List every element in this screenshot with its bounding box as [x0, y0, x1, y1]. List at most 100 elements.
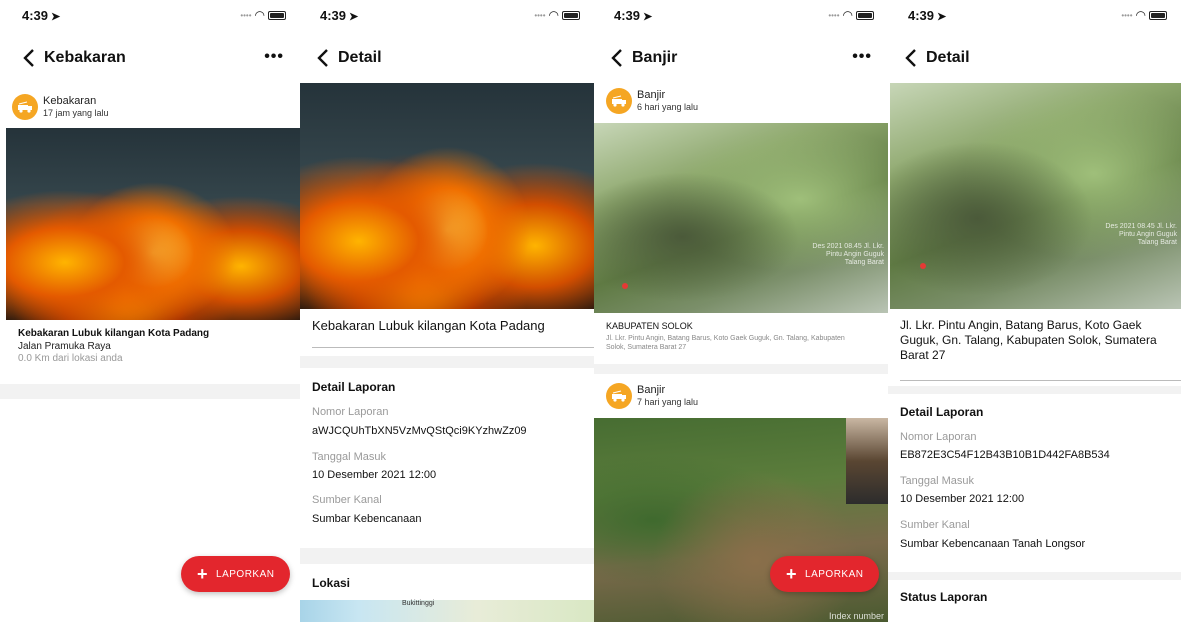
status-time: 4:39 ➤	[320, 8, 359, 23]
post-category: Banjir	[637, 384, 666, 396]
screen-banjir-list: 4:39 ➤ •••• ◠ Banjir ••• Banjir 6 hari ya…	[594, 0, 888, 622]
post-time-ago: 17 jam yang lalu	[43, 108, 109, 118]
post-street: Jalan Pramuka Raya	[18, 341, 111, 352]
divider	[594, 364, 888, 374]
more-icon[interactable]: •••	[264, 48, 284, 66]
laporkan-label: LAPORKAN	[805, 568, 864, 580]
post-time-ago: 6 hari yang lalu	[637, 102, 699, 112]
nomor-laporan-value: aWJCQUhTbXN5VzMvQStQci9KYzhwZz09	[312, 425, 527, 437]
post-title[interactable]: Kebakaran Lubuk kilangan Kota Padang	[18, 328, 209, 339]
divider	[300, 356, 594, 368]
status-bar: 4:39 ➤ •••• ◠	[300, 0, 594, 30]
laporkan-button[interactable]: + LAPORKAN	[181, 556, 291, 592]
screen-detail-kebakaran: 4:39 ➤ •••• ◠ Detail Kebakaran Lubuk kila…	[300, 0, 594, 622]
plus-icon: +	[786, 564, 798, 584]
post-image-fire[interactable]	[6, 128, 300, 320]
tanggal-masuk-value: 10 Desember 2021 12:00	[312, 469, 437, 481]
wifi-icon: ◠	[842, 8, 853, 22]
navbar: Kebakaran •••	[0, 40, 300, 76]
detail-title: Kebakaran Lubuk kilangan Kota Padang	[312, 318, 545, 333]
nav-title: Banjir	[632, 49, 678, 66]
location-arrow-icon: ➤	[349, 11, 359, 23]
status-icons: •••• ◠	[534, 8, 580, 22]
post-category: Kebakaran	[43, 95, 97, 107]
section-lokasi: Lokasi	[312, 576, 351, 590]
divider	[888, 386, 1181, 394]
tanggal-masuk-label: Tanggal Masuk	[312, 451, 386, 463]
detail-image-river[interactable]: Des 2021 08.45 Jl. Lkr. Pintu Angin Gugu…	[890, 83, 1181, 309]
navbar: Detail	[888, 40, 1181, 76]
battery-icon	[562, 10, 580, 20]
back-chevron-icon[interactable]	[18, 47, 40, 69]
laporkan-button[interactable]: + LAPORKAN	[770, 556, 880, 592]
navbar: Banjir •••	[594, 40, 888, 76]
location-arrow-icon: ➤	[643, 11, 653, 23]
post-address: Jl. Lkr. Pintu Angin, Batang Barus, Koto…	[606, 335, 845, 351]
post-distance: 0.0 Km dari lokasi anda	[18, 353, 123, 364]
fire-truck-icon	[606, 383, 632, 409]
back-chevron-icon[interactable]	[900, 47, 922, 69]
detail-address: Jl. Lkr. Pintu Angin, Batang Barus, Koto…	[900, 318, 1157, 362]
nomor-laporan-label: Nomor Laporan	[312, 406, 389, 418]
battery-icon	[1149, 10, 1167, 20]
back-chevron-icon[interactable]	[312, 47, 334, 69]
post-time-ago: 7 hari yang lalu	[637, 397, 699, 407]
sumber-kanal-value: Sumbar Kebencanaan	[312, 513, 422, 525]
divider-line	[312, 347, 594, 348]
divider	[888, 572, 1181, 580]
person-photo-inset	[846, 418, 888, 504]
divider	[300, 548, 594, 564]
section-status-laporan: Status Laporan	[900, 590, 988, 604]
detail-image-fire[interactable]	[300, 83, 594, 309]
status-time: 4:39 ➤	[22, 8, 61, 23]
divider	[0, 384, 300, 399]
nav-title: Kebakaran	[44, 49, 126, 66]
location-arrow-icon: ➤	[937, 11, 947, 23]
wifi-icon: ◠	[1135, 8, 1146, 22]
nav-title: Detail	[338, 49, 382, 66]
signal-icon: ••••	[828, 10, 840, 20]
status-time: 4:39 ➤	[908, 8, 947, 23]
signal-icon: ••••	[240, 10, 252, 20]
screen-kebakaran-list: 4:39 ➤ •••• ◠ Kebakaran ••• Kebakaran 17 …	[0, 0, 300, 622]
battery-icon	[268, 10, 286, 20]
status-bar: 4:39 ➤ •••• ◠	[0, 0, 300, 30]
map-label: Bukittinggi	[402, 600, 435, 607]
nomor-laporan-value: EB872E3C54F12B43B10B1D442FA8B534	[900, 449, 1110, 461]
navbar: Detail	[300, 40, 594, 76]
location-map[interactable]	[300, 600, 594, 622]
divider-line	[900, 380, 1181, 381]
plus-icon: +	[197, 564, 209, 584]
status-icons: •••• ◠	[240, 8, 286, 22]
back-chevron-icon[interactable]	[606, 47, 628, 69]
location-pin-icon	[920, 263, 926, 269]
status-icons: •••• ◠	[1121, 8, 1167, 22]
location-arrow-icon: ➤	[51, 11, 61, 23]
post-header[interactable]: Kebakaran 17 jam yang lalu	[12, 94, 109, 120]
sumber-kanal-value: Sumbar Kebencanaan Tanah Longsor	[900, 538, 1086, 550]
wifi-icon: ◠	[548, 8, 559, 22]
post-category: Banjir	[637, 89, 666, 101]
post-title[interactable]: KABUPATEN SOLOK	[606, 321, 693, 331]
section-detail-laporan: Detail Laporan	[312, 380, 396, 394]
sumber-kanal-label: Sumber Kanal	[900, 519, 970, 531]
fire-truck-icon	[12, 94, 38, 120]
laporkan-label: LAPORKAN	[216, 568, 275, 580]
post-image-river[interactable]: Des 2021 08.45 Jl. Lkr. Pintu Angin Gugu…	[594, 123, 888, 313]
status-icons: •••• ◠	[828, 8, 874, 22]
more-icon[interactable]: •••	[852, 48, 872, 66]
wifi-icon: ◠	[254, 8, 265, 22]
fire-truck-icon	[606, 88, 632, 114]
image-watermark: Des 2021 08.45 Jl. Lkr. Pintu Angin Gugu…	[812, 243, 884, 266]
screen-detail-banjir: 4:39 ➤ •••• ◠ Detail Des 2021 08.45 Jl. L…	[888, 0, 1181, 622]
post-header[interactable]: Banjir 7 hari yang lalu	[606, 383, 698, 409]
section-detail-laporan: Detail Laporan	[900, 405, 984, 419]
status-bar: 4:39 ➤ •••• ◠	[888, 0, 1181, 30]
status-time: 4:39 ➤	[614, 8, 653, 23]
nav-title: Detail	[926, 49, 970, 66]
image-watermark: Des 2021 08.45 Jl. Lkr. Pintu Angin Gugu…	[1105, 223, 1177, 246]
post-header[interactable]: Banjir 6 hari yang lalu	[606, 88, 698, 114]
status-bar: 4:39 ➤ •••• ◠	[594, 0, 888, 30]
signal-icon: ••••	[534, 10, 546, 20]
battery-icon	[856, 10, 874, 20]
